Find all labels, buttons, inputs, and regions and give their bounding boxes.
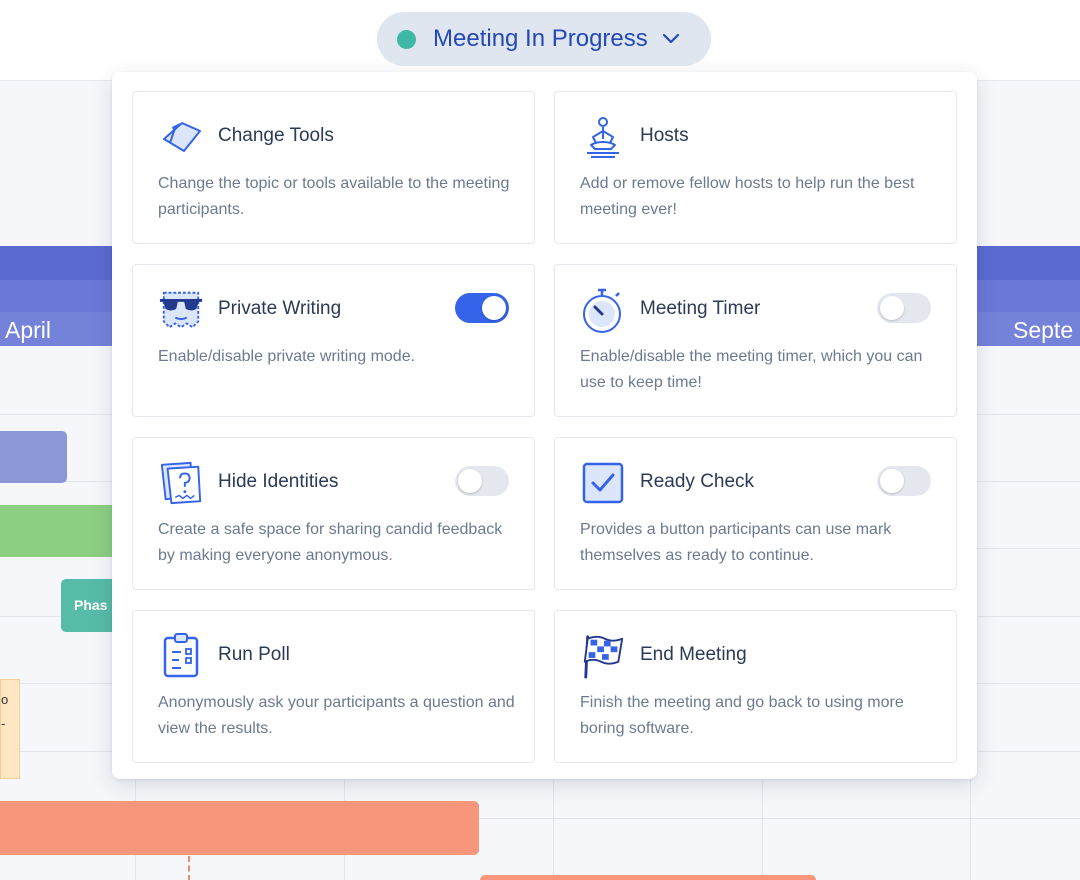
anonymous-note-icon [158,460,204,506]
hosts-card[interactable]: Hosts Add or remove fellow hosts to help… [554,91,957,244]
hide-identities-card[interactable]: Hide Identities Create a safe space for … [132,437,535,590]
card-description: Enable/disable the meeting timer, which … [580,348,923,391]
timeline-bar[interactable] [0,801,479,855]
card-description: Add or remove fellow hosts to help run t… [580,175,915,218]
meeting-timer-card[interactable]: Meeting Timer Enable/disable the meeting… [554,264,957,417]
card-title: Hide Identities [218,471,339,492]
toggle-knob [880,296,904,320]
meeting-tools-panel: Change Tools Change the topic or tools a… [112,72,977,779]
status-indicator-dot [397,29,416,49]
month-label-september: Septe [1013,317,1074,343]
chevron-down-icon [662,33,680,45]
card-description: Anonymously ask your participants a ques… [158,694,515,737]
ready-check-card[interactable]: Ready Check Provides a button participan… [554,437,957,590]
run-poll-card[interactable]: Run Poll Anonymously ask your participan… [132,610,535,763]
toggle-knob [458,469,482,493]
end-meeting-card[interactable]: End Meeting Finish the meeting and go ba… [554,610,957,763]
meeting-status-button[interactable]: Meeting In Progress [377,12,711,66]
card-title: Meeting Timer [640,298,761,319]
timeline-bar[interactable] [0,431,67,483]
sunglasses-icon [158,287,204,333]
hide-identities-toggle[interactable] [455,466,509,496]
sticky-note-text: - [1,716,6,731]
month-label-april: April [5,317,52,343]
card-description: Finish the meeting and go back to using … [580,694,904,737]
toggle-knob [880,469,904,493]
card-title: Change Tools [218,125,334,146]
change-tools-card[interactable]: Change Tools Change the topic or tools a… [132,91,535,244]
card-title: Private Writing [218,298,342,319]
phase-bar-label: Phas [74,597,108,613]
private-writing-card[interactable]: Private Writing Enable/disable private w… [132,264,535,417]
card-title: Run Poll [218,644,290,665]
sticky-note[interactable]: o- [0,679,20,779]
timeline-bar[interactable] [480,875,816,880]
sticky-note-text: o [1,692,9,707]
checkbox-icon [580,460,626,506]
timeline-bar[interactable] [0,505,124,557]
card-title: Ready Check [640,471,755,492]
ready-check-toggle[interactable] [877,466,931,496]
card-title: Hosts [640,125,689,146]
dependency-line [188,856,190,880]
meeting-timer-toggle[interactable] [877,293,931,323]
card-description: Provides a button participants can use m… [580,521,892,564]
private-writing-toggle[interactable] [455,293,509,323]
card-title: End Meeting [640,644,747,665]
card-description: Change the topic or tools available to t… [158,175,510,218]
clipboard-poll-icon [158,633,204,679]
stopwatch-icon [580,287,626,333]
hosts-meditation-icon [580,114,626,160]
card-description: Create a safe space for sharing candid f… [158,521,503,564]
card-description: Enable/disable private writing mode. [158,348,416,365]
checkered-flag-icon [580,633,626,679]
change-tools-icon [158,114,204,160]
toggle-knob [482,296,506,320]
meeting-status-label: Meeting In Progress [433,25,648,52]
